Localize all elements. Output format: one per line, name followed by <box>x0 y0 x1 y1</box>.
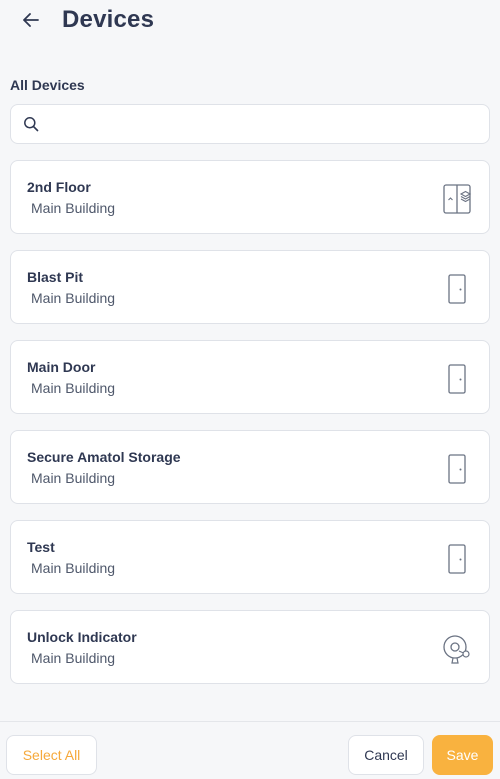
device-name: Secure Amatol Storage <box>27 449 181 465</box>
device-card-test[interactable]: Test Main Building <box>10 520 490 594</box>
device-location: Main Building <box>31 650 116 666</box>
section-label: All Devices <box>10 77 85 93</box>
device-card-unlock-indicator[interactable]: Unlock Indicator Main Building <box>10 610 490 684</box>
elevator-icon <box>443 184 472 214</box>
save-button[interactable]: Save <box>432 735 493 775</box>
search-input[interactable] <box>51 105 481 143</box>
arrow-left-icon <box>23 13 39 27</box>
device-card-main-door[interactable]: Main Door Main Building <box>10 340 490 414</box>
device-location: Main Building <box>31 560 116 576</box>
door-icon <box>448 454 466 484</box>
door-icon <box>448 544 466 574</box>
device-location: Main Building <box>31 200 116 216</box>
device-card-blast-pit[interactable]: Blast Pit Main Building <box>10 250 490 324</box>
select-all-button[interactable]: Select All <box>6 735 97 775</box>
device-card-secure-amatol-storage[interactable]: Secure Amatol Storage Main Building <box>10 430 490 504</box>
device-name: 2nd Floor <box>27 179 91 195</box>
siren-icon <box>443 635 470 664</box>
device-name: Test <box>27 539 55 555</box>
device-name: Blast Pit <box>27 269 84 285</box>
back-button[interactable] <box>18 8 44 32</box>
search-box[interactable] <box>10 104 490 144</box>
device-location: Main Building <box>31 290 116 306</box>
footer: Select All Cancel Save <box>0 721 500 779</box>
device-location: Main Building <box>31 470 116 486</box>
cancel-button[interactable]: Cancel <box>348 735 424 775</box>
device-name: Main Door <box>27 359 96 375</box>
header: Devices <box>0 0 500 42</box>
door-icon <box>448 364 466 394</box>
search-icon <box>24 117 39 132</box>
device-card-2nd-floor[interactable]: 2nd Floor Main Building <box>10 160 490 234</box>
door-icon <box>448 274 466 304</box>
page-title: Devices <box>62 6 155 33</box>
device-name: Unlock Indicator <box>27 629 137 645</box>
device-location: Main Building <box>31 380 116 396</box>
